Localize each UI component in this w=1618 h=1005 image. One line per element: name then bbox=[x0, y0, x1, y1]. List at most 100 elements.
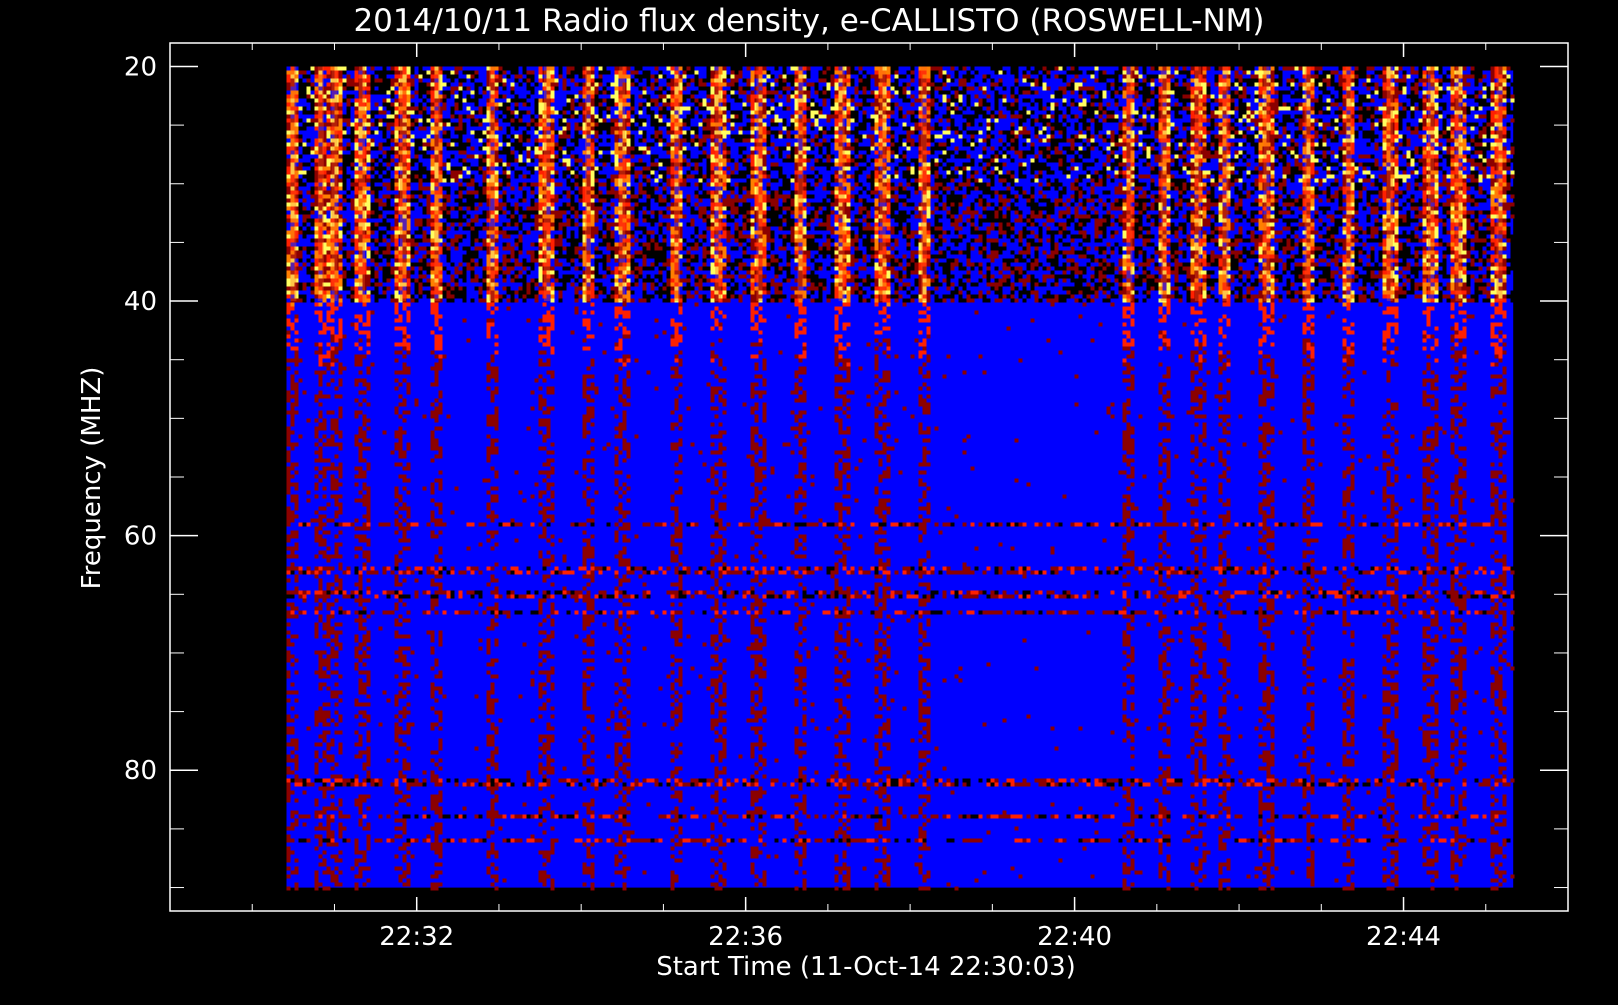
heatmap-cell bbox=[342, 78, 347, 83]
heatmap-cell bbox=[326, 102, 331, 107]
heatmap-cell bbox=[518, 114, 523, 119]
heatmap-cell bbox=[1358, 94, 1363, 99]
heatmap-cell bbox=[782, 106, 787, 111]
heatmap-cell bbox=[1462, 142, 1467, 147]
heatmap-cell bbox=[786, 142, 791, 147]
heatmap-cell bbox=[418, 94, 423, 99]
heatmap-cell bbox=[406, 122, 411, 127]
heatmap-cell bbox=[854, 90, 859, 95]
heatmap-cell bbox=[1182, 82, 1187, 87]
heatmap-cell bbox=[422, 70, 427, 75]
heatmap-cell bbox=[1402, 78, 1407, 83]
heatmap-cell bbox=[962, 82, 967, 87]
heatmap-cell bbox=[1482, 98, 1487, 103]
heatmap-cell bbox=[1046, 122, 1051, 127]
heatmap-cell bbox=[1506, 158, 1511, 163]
heatmap-cell bbox=[786, 154, 791, 159]
heatmap-cell bbox=[1078, 138, 1083, 143]
heatmap-cell bbox=[386, 82, 391, 87]
heatmap-cell bbox=[1118, 122, 1123, 127]
heatmap-cell bbox=[370, 74, 375, 79]
heatmap-cell bbox=[1014, 66, 1019, 71]
heatmap-cell bbox=[370, 110, 375, 115]
heatmap-cell bbox=[990, 78, 995, 83]
heatmap-cell bbox=[966, 98, 971, 103]
heatmap-cell bbox=[1098, 126, 1103, 131]
heatmap-cell bbox=[406, 146, 411, 151]
heatmap-cell bbox=[462, 86, 467, 91]
heatmap-cell bbox=[1310, 154, 1315, 159]
heatmap-cell bbox=[1326, 134, 1331, 139]
heatmap-cell bbox=[934, 66, 939, 71]
heatmap-cell bbox=[1042, 146, 1047, 151]
heatmap-cell bbox=[302, 82, 307, 87]
heatmap-cell bbox=[1358, 74, 1363, 79]
heatmap-cell bbox=[1366, 66, 1371, 71]
heatmap-cell bbox=[326, 98, 331, 103]
heatmap-cell bbox=[498, 126, 503, 131]
heatmap-cell bbox=[826, 78, 831, 83]
heatmap-cell bbox=[894, 78, 899, 83]
heatmap-cell bbox=[654, 130, 659, 135]
heatmap-cell bbox=[1174, 138, 1179, 143]
heatmap-cell bbox=[1022, 78, 1027, 83]
heatmap-cell bbox=[382, 110, 387, 115]
heatmap-cell bbox=[354, 130, 359, 135]
heatmap-cell bbox=[1258, 106, 1263, 111]
heatmap-cell bbox=[1394, 74, 1399, 79]
heatmap-cell bbox=[898, 94, 903, 99]
heatmap-cell bbox=[1206, 90, 1211, 95]
heatmap-cell bbox=[558, 146, 563, 151]
heatmap-cell bbox=[1378, 122, 1383, 127]
heatmap-cell bbox=[1290, 146, 1295, 151]
heatmap-cell bbox=[1414, 146, 1419, 151]
heatmap-cell bbox=[454, 138, 459, 143]
heatmap-cell bbox=[1258, 154, 1263, 159]
heatmap-cell bbox=[1502, 138, 1507, 143]
heatmap-cell bbox=[662, 106, 667, 111]
heatmap-cell bbox=[1334, 138, 1339, 143]
heatmap-cell bbox=[1242, 86, 1247, 91]
heatmap-cell bbox=[790, 66, 795, 71]
heatmap-cell bbox=[326, 118, 331, 123]
heatmap-cell bbox=[1154, 122, 1159, 127]
heatmap-cell bbox=[410, 78, 415, 83]
heatmap-cell bbox=[1050, 66, 1055, 71]
heatmap-cell bbox=[1042, 106, 1047, 111]
heatmap-cell bbox=[1286, 102, 1291, 107]
heatmap-cell bbox=[370, 130, 375, 135]
heatmap-cell bbox=[1382, 150, 1387, 155]
heatmap-cell bbox=[830, 102, 835, 107]
heatmap-cell bbox=[630, 98, 635, 103]
heatmap-cell bbox=[342, 130, 347, 135]
heatmap-cell bbox=[790, 154, 795, 159]
heatmap-cell bbox=[818, 106, 823, 111]
heatmap-cell bbox=[1422, 106, 1427, 111]
heatmap-cell bbox=[386, 106, 391, 111]
heatmap-cell bbox=[594, 122, 599, 127]
heatmap-cell bbox=[706, 70, 711, 75]
heatmap-cell bbox=[846, 146, 851, 151]
heatmap-cell bbox=[1218, 150, 1223, 155]
heatmap-cell bbox=[1374, 86, 1379, 91]
heatmap-cell bbox=[666, 150, 671, 155]
heatmap-cell bbox=[426, 94, 431, 99]
heatmap-cell bbox=[366, 154, 371, 159]
heatmap-cell bbox=[1102, 74, 1107, 79]
heatmap-cell bbox=[1098, 146, 1103, 151]
heatmap-cell bbox=[890, 146, 895, 151]
heatmap-cell bbox=[458, 98, 463, 103]
heatmap-cell bbox=[570, 154, 575, 159]
heatmap-cell bbox=[338, 78, 343, 83]
heatmap-cell bbox=[630, 110, 635, 115]
heatmap-cell bbox=[1290, 118, 1295, 123]
heatmap-cell bbox=[1274, 154, 1279, 159]
heatmap-cell bbox=[390, 130, 395, 135]
heatmap-cell bbox=[1410, 66, 1415, 71]
heatmap-cell bbox=[506, 98, 511, 103]
heatmap-cell bbox=[378, 146, 383, 151]
heatmap-cell bbox=[378, 78, 383, 83]
heatmap-cell bbox=[614, 82, 619, 87]
heatmap-cell bbox=[1318, 82, 1323, 87]
heatmap-cell bbox=[1074, 70, 1079, 75]
